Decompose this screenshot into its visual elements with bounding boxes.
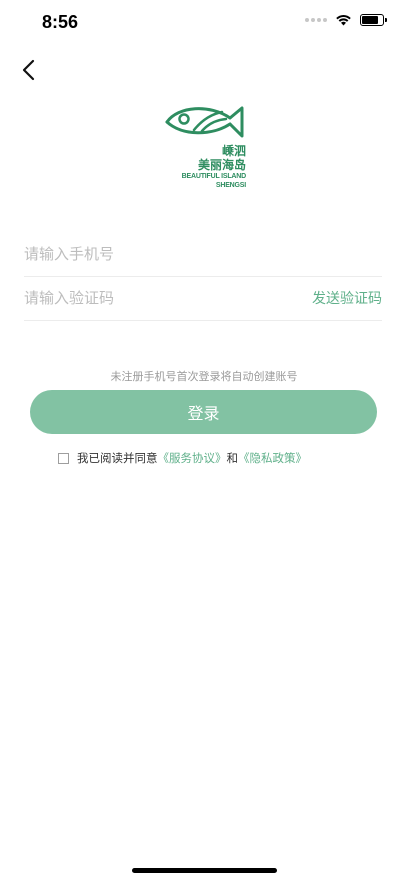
- code-field-row: 发送验证码: [24, 276, 382, 321]
- battery-level: [362, 16, 378, 24]
- logo-text-shengsi: 嵊泗: [221, 144, 246, 158]
- service-agreement-link[interactable]: 《服务协议》: [158, 450, 227, 466]
- logo: 嵊泗 美丽海岛 BEAUTIFUL ISLAND SHENGSI: [164, 100, 248, 192]
- agreement-conjunction: 和: [226, 451, 239, 465]
- verification-code-input[interactable]: [24, 289, 312, 307]
- phone-field-row: [24, 232, 382, 277]
- wifi-icon: [336, 14, 351, 26]
- status-bar: 8:56: [0, 0, 408, 46]
- status-icons: [305, 14, 387, 26]
- login-button[interactable]: 登录: [30, 390, 377, 434]
- agreement-prefix: 我已阅读并同意: [77, 451, 158, 465]
- privacy-policy-link[interactable]: 《隐私政策》: [238, 450, 307, 466]
- logo-text-en-line2: SHENGSI: [215, 182, 246, 189]
- agreement-row: 我已阅读并同意 《服务协议》 和 《隐私政策》: [58, 450, 307, 466]
- logo-text-beautiful-island: 美丽海岛: [197, 158, 246, 172]
- back-button[interactable]: [18, 58, 42, 82]
- fish-logo-icon: [165, 106, 244, 138]
- signal-dots-icon: [305, 18, 327, 22]
- auto-register-hint: 未注册手机号首次登录将自动创建账号: [110, 370, 298, 383]
- chevron-left-icon: [22, 59, 35, 81]
- phone-input[interactable]: [24, 245, 382, 263]
- home-indicator: [132, 868, 277, 873]
- agreement-checkbox[interactable]: [58, 452, 69, 464]
- logo-text-en-line1: BEAUTIFUL ISLAND: [181, 173, 247, 180]
- send-code-button[interactable]: 发送验证码: [312, 288, 382, 308]
- battery-icon: [360, 14, 387, 26]
- status-time: 8:56: [42, 12, 79, 32]
